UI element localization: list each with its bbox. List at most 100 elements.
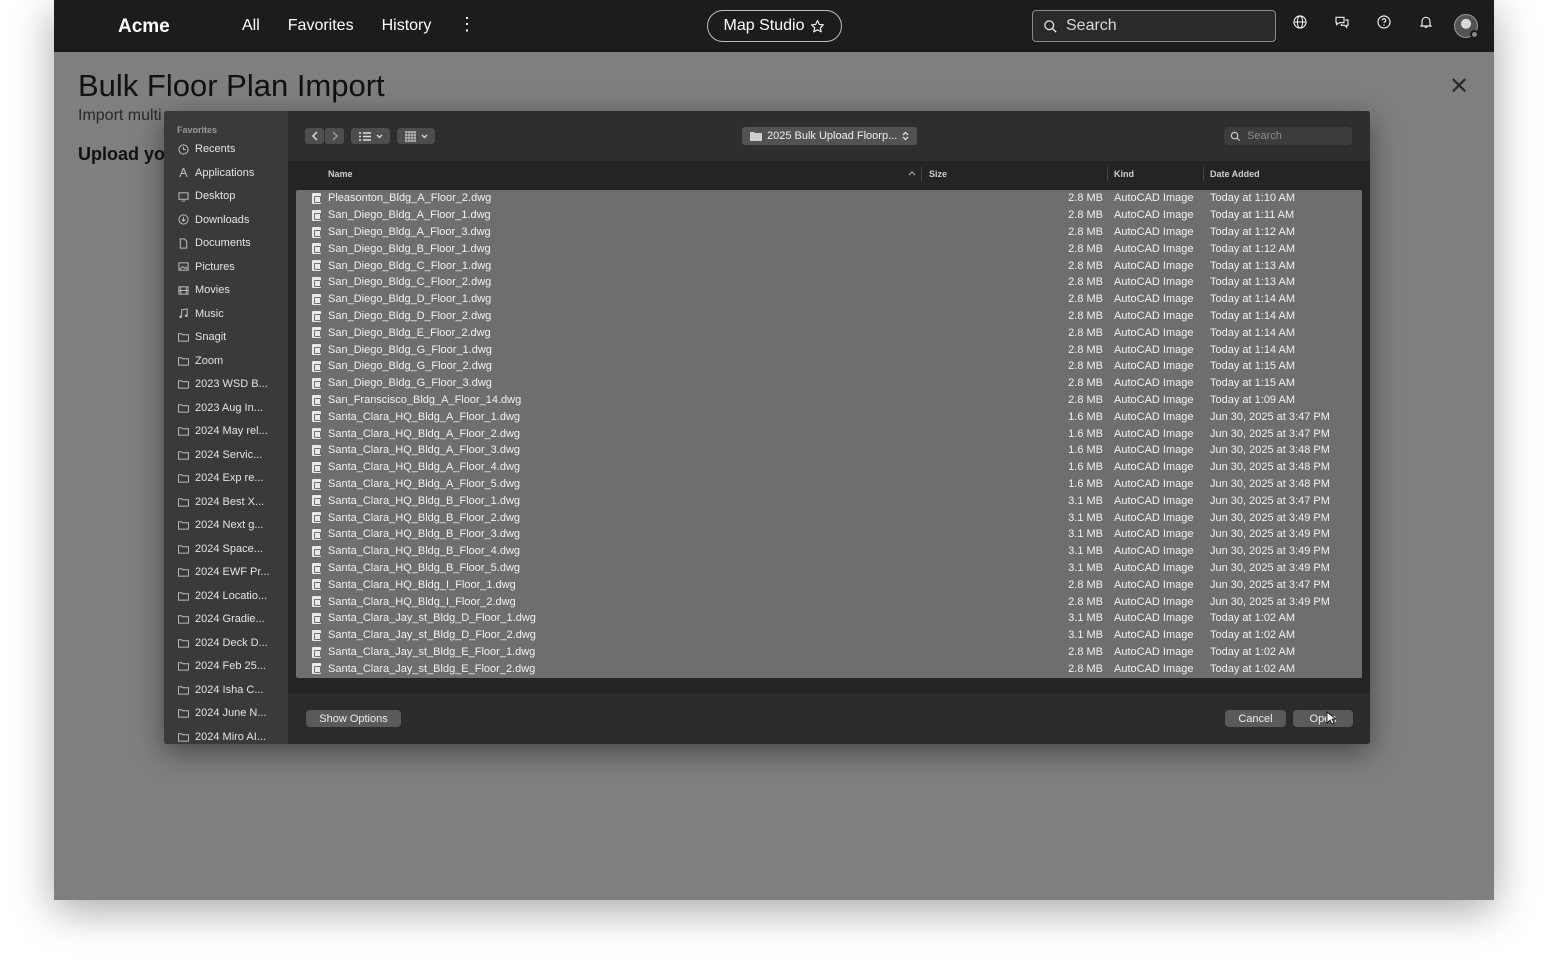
brand-logo[interactable]: Acme: [118, 16, 170, 38]
file-row[interactable]: Santa_Clara_HQ_Bldg_B_Floor_3.dwg 3.1 MB A…: [296, 526, 1362, 543]
sidebar-item[interactable]: 2024 May rel...: [178, 421, 284, 441]
sidebar-item[interactable]: Pictures: [178, 257, 284, 277]
file-row[interactable]: San_Diego_Bldg_D_Floor_1.dwg 2.8 MB AutoCA…: [296, 291, 1362, 308]
file-date-added: Today at 1:13 AM: [1210, 259, 1295, 272]
film-icon: [178, 285, 189, 296]
nav-all[interactable]: All: [242, 17, 260, 35]
dialog-search[interactable]: [1224, 127, 1352, 145]
file-row[interactable]: Santa_Clara_HQ_Bldg_B_Floor_1.dwg 3.1 MB A…: [296, 492, 1362, 509]
file-date-added: Jun 30, 2025 at 3:47 PM: [1210, 427, 1330, 440]
sidebar-item[interactable]: 2024 Miro AI...: [178, 727, 284, 745]
dialog-search-input[interactable]: [1247, 130, 1347, 142]
file-row[interactable]: Santa_Clara_Jay_st_Bldg_D_Floor_2.dwg 3.1…: [296, 627, 1362, 644]
chat-icon[interactable]: [1334, 14, 1350, 30]
sidebar-item[interactable]: 2024 June N...: [178, 703, 284, 723]
star-icon[interactable]: [810, 19, 825, 34]
workspace-pill[interactable]: Map Studio: [707, 10, 842, 42]
column-divider[interactable]: [1107, 167, 1108, 181]
file-row[interactable]: San_Diego_Bldg_G_Floor_3.dwg 2.8 MB AutoCA…: [296, 375, 1362, 392]
file-row[interactable]: Santa_Clara_HQ_Bldg_A_Floor_2.dwg 1.6 MB A…: [296, 425, 1362, 442]
column-date-added[interactable]: Date Added: [1210, 169, 1260, 179]
show-options-button[interactable]: Show Options: [306, 710, 401, 727]
sidebar-item[interactable]: Music: [178, 304, 284, 324]
file-row[interactable]: San_Diego_Bldg_C_Floor_1.dwg 2.8 MB AutoCA…: [296, 257, 1362, 274]
sidebar-item[interactable]: 2024 Best X...: [178, 492, 284, 512]
nav-favorites[interactable]: Favorites: [288, 17, 354, 35]
global-search[interactable]: [1032, 10, 1276, 42]
sidebar-item[interactable]: 2024 Exp re...: [178, 468, 284, 488]
file-row[interactable]: Santa_Clara_Jay_st_Bldg_E_Floor_1.dwg 2.8…: [296, 644, 1362, 661]
sort-ascending-icon[interactable]: [908, 170, 916, 176]
file-kind: AutoCAD Image: [1114, 259, 1194, 272]
sidebar-item[interactable]: 2024 Space...: [178, 539, 284, 559]
file-row[interactable]: Santa_Clara_HQ_Bldg_B_Floor_5.dwg 3.1 MB A…: [296, 560, 1362, 577]
sidebar-item[interactable]: 2024 Next g...: [178, 515, 284, 535]
file-row[interactable]: Santa_Clara_HQ_Bldg_I_Floor_1.dwg 2.8 MB A…: [296, 576, 1362, 593]
sidebar-item[interactable]: 2024 Servic...: [178, 445, 284, 465]
file-row[interactable]: San_Diego_Bldg_E_Floor_2.dwg 2.8 MB AutoCA…: [296, 324, 1362, 341]
help-icon[interactable]: [1376, 14, 1392, 30]
column-size[interactable]: Size: [929, 169, 947, 179]
file-row[interactable]: San_Diego_Bldg_A_Floor_1.dwg 2.8 MB AutoCA…: [296, 207, 1362, 224]
file-row[interactable]: Santa_Clara_HQ_Bldg_A_Floor_1.dwg 1.6 MB A…: [296, 408, 1362, 425]
more-menu-icon[interactable]: ⋮: [458, 14, 476, 35]
file-row[interactable]: Santa_Clara_HQ_Bldg_B_Floor_2.dwg 3.1 MB A…: [296, 509, 1362, 526]
sidebar-item-label: 2024 Best X...: [195, 495, 265, 508]
cancel-button[interactable]: Cancel: [1225, 710, 1286, 727]
file-size: 2.8 MB: [1068, 293, 1103, 306]
sidebar-item[interactable]: 2024 Locatio...: [178, 586, 284, 606]
sidebar-item[interactable]: Snagit: [178, 327, 284, 347]
file-row[interactable]: Santa_Clara_Jay_st_Bldg_E_Floor_2.dwg 2.8…: [296, 660, 1362, 677]
search-input[interactable]: [1066, 17, 1256, 35]
sidebar-item[interactable]: 2024 Isha C...: [178, 680, 284, 700]
file-row[interactable]: San_Franscisco_Bldg_A_Floor_14.dwg 2.8 MB…: [296, 392, 1362, 409]
file-row[interactable]: Santa_Clara_HQ_Bldg_I_Floor_2.dwg 2.8 MB A…: [296, 593, 1362, 610]
file-row[interactable]: San_Diego_Bldg_C_Floor_2.dwg 2.8 MB AutoCA…: [296, 274, 1362, 291]
sidebar-item[interactable]: 2023 WSD B...: [178, 374, 284, 394]
open-button[interactable]: Open: [1293, 710, 1353, 727]
close-icon[interactable]: ✕: [1449, 72, 1469, 101]
file-name: San_Diego_Bldg_E_Floor_2.dwg: [328, 326, 491, 339]
column-divider[interactable]: [921, 167, 922, 181]
sidebar-item[interactable]: Downloads: [178, 210, 284, 230]
file-row[interactable]: Pleasonton_Bldg_A_Floor_2.dwg 2.8 MB AutoC…: [296, 190, 1362, 207]
file-row[interactable]: Santa_Clara_Jay_st_Bldg_D_Floor_1.dwg 3.1…: [296, 610, 1362, 627]
file-row[interactable]: San_Diego_Bldg_B_Floor_1.dwg 2.8 MB AutoCA…: [296, 240, 1362, 257]
file-row[interactable]: Santa_Clara_HQ_Bldg_A_Floor_4.dwg 1.6 MB A…: [296, 459, 1362, 476]
column-kind[interactable]: Kind: [1114, 169, 1134, 179]
globe-icon[interactable]: [1292, 14, 1308, 30]
file-row[interactable]: Santa_Clara_HQ_Bldg_B_Floor_4.dwg 3.1 MB A…: [296, 543, 1362, 560]
sidebar-item[interactable]: 2023 Aug In...: [178, 398, 284, 418]
file-row[interactable]: San_Diego_Bldg_A_Floor_3.dwg 2.8 MB AutoCA…: [296, 224, 1362, 241]
sidebar-item[interactable]: Applications: [178, 163, 284, 183]
file-date-added: Today at 1:02 AM: [1210, 662, 1295, 675]
column-name[interactable]: Name: [328, 169, 353, 179]
file-row[interactable]: San_Diego_Bldg_G_Floor_1.dwg 2.8 MB AutoCA…: [296, 341, 1362, 358]
grid-view-button[interactable]: [397, 128, 435, 144]
file-row[interactable]: Santa_Clara_HQ_Bldg_A_Floor_3.dwg 1.6 MB A…: [296, 442, 1362, 459]
file-row[interactable]: Santa_Clara_HQ_Bldg_A_Floor_5.dwg 1.6 MB A…: [296, 476, 1362, 493]
sidebar-item[interactable]: Recents: [178, 139, 284, 159]
file-row[interactable]: San_Diego_Bldg_G_Floor_2.dwg 2.8 MB AutoCA…: [296, 358, 1362, 375]
back-button[interactable]: [305, 128, 324, 144]
nav-icons: [1292, 14, 1434, 30]
file-name: Santa_Clara_Jay_st_Bldg_E_Floor_1.dwg: [328, 645, 536, 658]
sidebar-item[interactable]: 2024 EWF Pr...: [178, 562, 284, 582]
sidebar-item[interactable]: 2024 Feb 25...: [178, 656, 284, 676]
folder-path-popup[interactable]: 2025 Bulk Upload Floorp...: [742, 127, 917, 145]
list-view-button[interactable]: [351, 128, 390, 144]
file-row[interactable]: San_Diego_Bldg_D_Floor_2.dwg 2.8 MB AutoCA…: [296, 308, 1362, 325]
sidebar-item[interactable]: 2024 Deck D...: [178, 633, 284, 653]
user-avatar[interactable]: [1454, 14, 1479, 39]
file-kind: AutoCAD Image: [1114, 444, 1194, 457]
sidebar-item[interactable]: Zoom: [178, 351, 284, 371]
column-divider[interactable]: [1203, 167, 1204, 181]
sidebar-item[interactable]: Movies: [178, 280, 284, 300]
bell-icon[interactable]: [1418, 14, 1434, 30]
nav-history[interactable]: History: [382, 17, 432, 35]
file-name: Santa_Clara_Jay_st_Bldg_E_Floor_2.dwg: [328, 662, 536, 675]
sidebar-item[interactable]: Desktop: [178, 186, 284, 206]
sidebar-item[interactable]: Documents: [178, 233, 284, 253]
sidebar-item[interactable]: 2024 Gradie...: [178, 609, 284, 629]
forward-button[interactable]: [325, 128, 344, 144]
